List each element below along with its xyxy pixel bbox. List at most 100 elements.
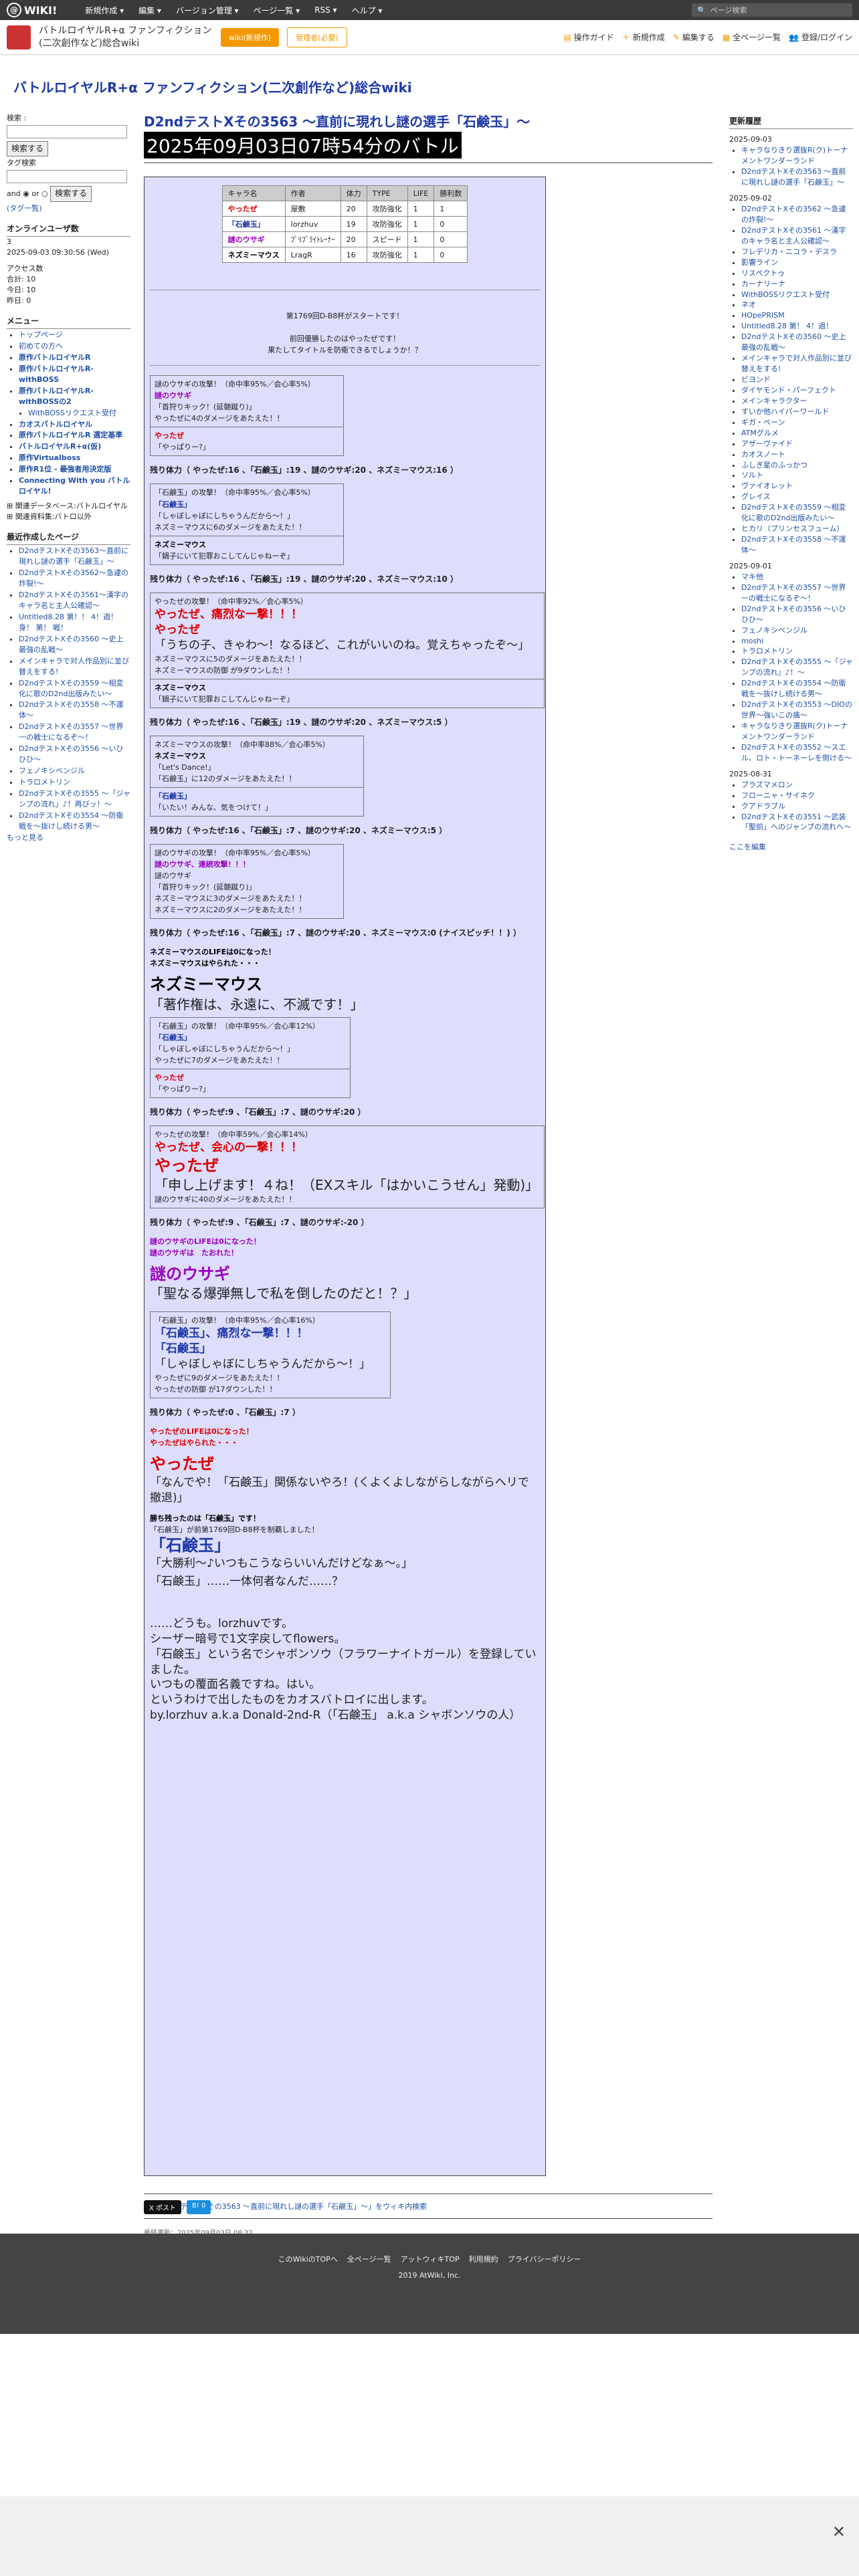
menu-item[interactable]: 初めての方へ <box>19 342 63 350</box>
update-item[interactable]: D2ndテストXその3552 ～スエル、ロト・トーネーレを倒ける～ <box>741 743 852 762</box>
recent-item[interactable]: D2ndテストXその3559 ～相変化に歌のD2nd出版みたい～ <box>19 679 123 698</box>
all-pages-link[interactable]: ▦ 全ページ一覧 <box>723 31 781 43</box>
create-link[interactable]: ＋新規作成 <box>622 31 665 43</box>
menu-item[interactable]: 原作R1位 - 最強者用決定版 <box>19 465 111 473</box>
menu-item[interactable]: 原作バトルロイヤルR <box>19 353 90 362</box>
recent-item[interactable]: Untitled8.28 第！！ 4！週！ 身！ 第！ 戦！ <box>19 613 118 632</box>
menu-item[interactable]: WithBOSSリクエスト受付 <box>28 409 116 417</box>
wiki-search-link[interactable]: 🔍「D2ndテストXその3563 ～直前に現れし謎の選手「石鹸玉」～」をウィキ内… <box>144 2201 712 2212</box>
update-item[interactable]: ATMグルメ <box>741 429 779 437</box>
close-icon[interactable]: ✕ <box>832 2523 846 2541</box>
menu-item[interactable]: 原作バトルロイヤルR-withBOSSの2 <box>19 387 94 406</box>
recent-item[interactable]: D2ndテストXその3555 ～「ジャンプの流れ」♪！再びッ！～ <box>19 789 130 809</box>
nav-help[interactable]: ヘルプ ▾ <box>352 5 383 16</box>
update-item[interactable]: カーナリーナ <box>741 280 785 288</box>
x-post-button[interactable]: X ポスト <box>144 2200 182 2214</box>
sidebar-search-button[interactable]: 検索する <box>7 140 49 157</box>
update-item[interactable]: メインキャラで対人作品別に並び替えをする! <box>741 354 852 373</box>
menu-item[interactable]: カオスバトルロイヤル <box>19 420 92 429</box>
update-item[interactable]: D2ndテストXその3563 ～直前に現れし謎の選手「石鹸玉」～ <box>741 167 846 187</box>
update-item[interactable]: トラロメトリン <box>741 647 793 655</box>
footer-link[interactable]: 利用規約 <box>469 2254 498 2264</box>
update-item[interactable]: ヒカリ（プリンセスフューム） <box>741 524 844 533</box>
update-item[interactable]: リスペクトゥ <box>741 269 785 278</box>
update-item[interactable]: D2ndテストXその3556 ～いひひひ～ <box>741 605 846 624</box>
update-item[interactable]: ギガ・ベーン <box>741 418 785 427</box>
update-item[interactable]: フェノキシベンジル <box>741 626 807 635</box>
wiki-name[interactable]: バトルロイヤルR+α ファンフィクション(二次創作など)総合wiki <box>39 25 213 49</box>
update-item[interactable]: moshi <box>741 637 763 645</box>
menu-item[interactable]: 原作バトルロイヤルR-withBOSS <box>19 364 94 384</box>
update-item[interactable]: すいか他ハイパーワールド <box>741 407 830 416</box>
member-button[interactable]: wiki(新規作) <box>221 27 280 47</box>
site-title[interactable]: バトルロイヤルR+α ファンフィクション(二次創作など)総合wiki <box>13 77 412 96</box>
update-item[interactable]: マキ他 <box>741 572 763 581</box>
page-search-input[interactable]: 🔍 ページ検索 <box>692 3 852 17</box>
update-item[interactable]: キャラなりきり選抜R(ク)トーナメントワンダーランド <box>741 146 848 165</box>
nav-rss[interactable]: RSS ▾ <box>314 5 337 15</box>
recent-item[interactable]: D2ndテストXその3556 ～いひひひ～ <box>19 744 123 764</box>
admin-button[interactable]: 管理者(必要) <box>287 27 347 47</box>
edit-here-link[interactable]: ここを編集 <box>729 843 766 851</box>
recent-item[interactable]: D2ndテストXその3557 ～世界一の戦士になるぞ～！ <box>19 722 123 742</box>
footer-link[interactable]: プライバシーポリシー <box>508 2254 581 2264</box>
nav-edit[interactable]: 編集 ▾ <box>138 5 161 16</box>
guide-link[interactable]: ▤ 操作ガイド <box>563 31 613 43</box>
menu-item[interactable]: トップページ <box>19 330 63 339</box>
tag-list-link[interactable]: (タグ一覧) <box>7 204 42 213</box>
update-item[interactable]: D2ndテストXその3553 ～DIOの世界～強いこの痛～ <box>741 700 852 720</box>
menu-item[interactable]: Connecting With you バトルロイヤル! <box>19 476 130 496</box>
update-item[interactable]: アザーヴァイド <box>741 439 793 448</box>
update-item[interactable]: メインキャラクター <box>741 397 807 405</box>
update-item[interactable]: D2ndテストXその3560 ～史上最強の乱戦～ <box>741 332 846 352</box>
login-link[interactable]: 👥 登録/ログイン <box>789 31 852 43</box>
recent-item[interactable]: メインキャラで対人作品別に並び替えをする! <box>19 657 129 676</box>
update-item[interactable]: ダイヤモンド・パーフェクト <box>741 386 836 395</box>
update-item[interactable]: D2ndテストXその3562 ～急遽の炸裂!～ <box>741 205 846 224</box>
update-item[interactable]: クアドラブル <box>741 802 785 811</box>
update-item[interactable]: D2ndテストXその3558 ～不運体～ <box>741 535 846 554</box>
edit-link[interactable]: ✎ 編集する <box>673 31 714 43</box>
related-docs-toggle[interactable]: ⊞ 関連資料集:バトロ以外 <box>7 512 130 522</box>
recent-item[interactable]: D2ndテストXその3562～急遽の炸裂!～ <box>19 568 128 588</box>
update-item[interactable]: ネオ <box>741 300 756 309</box>
footer-link[interactable]: 全ページ一覧 <box>347 2254 391 2264</box>
more-recent-link[interactable]: もっと見る <box>7 833 43 842</box>
update-item[interactable]: WithBOSSリクエスト受付 <box>741 290 830 299</box>
update-item[interactable]: カオスノート <box>741 450 785 459</box>
atwiki-logo[interactable]: @ WIKI! <box>7 3 57 17</box>
nav-pages[interactable]: ページ一覧 ▾ <box>254 5 300 16</box>
footer-link[interactable]: アットウィキTOP <box>401 2254 460 2264</box>
hatena-bookmark-button[interactable]: B! 0 <box>187 2200 211 2214</box>
update-item[interactable]: Untitled8.28 第！ 4！週！ <box>741 322 833 330</box>
update-item[interactable]: グレイス <box>741 492 771 501</box>
update-item[interactable]: D2ndテストXその3561 ～漢字のキャラ名と主人公確認～ <box>741 226 846 245</box>
update-item[interactable]: D2ndテストXその3555 ～「ジャンプの流れ」♪！～ <box>741 657 853 677</box>
recent-item[interactable]: D2ndテストXその3563～直前に現れし謎の選手「石鹸玉」～ <box>19 546 128 566</box>
update-item[interactable]: HOpePRISM <box>741 311 785 320</box>
update-item[interactable]: ビヨンド <box>741 375 771 384</box>
tag-search-button[interactable]: 検索する <box>50 186 92 202</box>
update-item[interactable]: フローニャ・サイネク <box>741 791 815 800</box>
update-item[interactable]: D2ndテストXその3554 ～防衛戦を～抜けし続ける男～ <box>741 679 846 698</box>
update-item[interactable]: キャラなりきり選抜R(ク)トーナメントワンダーランド <box>741 722 848 741</box>
recent-item[interactable]: フェノキシベンジル <box>19 766 85 775</box>
recent-item[interactable]: D2ndテストXその3560 ～史上最強の乱戦～ <box>19 635 123 654</box>
update-item[interactable]: 影響ライン <box>741 258 778 267</box>
footer-link[interactable]: このWikiのTOPへ <box>278 2254 338 2264</box>
update-item[interactable]: フレデリカ・ニコラ・デスラ <box>741 247 837 256</box>
recent-item[interactable]: D2ndテストXその3554 ～防衛戦を～抜けし続ける男～ <box>19 811 123 831</box>
recent-item[interactable]: D2ndテストXその3561～漢字のキャラ名と主人公確認～ <box>19 591 128 610</box>
update-item[interactable]: ヴァイオレット <box>741 481 793 490</box>
nav-new[interactable]: 新規作成 ▾ <box>85 5 124 16</box>
update-item[interactable]: D2ndテストXその3551 ～武装「聖前」へのジャンプの流れへ～ <box>741 813 851 832</box>
recent-item[interactable]: トラロメトリン <box>19 778 70 786</box>
menu-item[interactable]: 原作バトルロイヤルR 選定基準 <box>19 431 122 439</box>
sidebar-search-input[interactable] <box>7 124 127 138</box>
recent-item[interactable]: D2ndテストXその3558 ～不運体～ <box>19 700 123 720</box>
update-item[interactable]: プラズマメロン <box>741 780 793 789</box>
menu-item[interactable]: バトルロイヤルR+α(仮) <box>19 442 101 451</box>
update-item[interactable]: D2ndテストXその3557 ～世界一の戦士になるぞ～！ <box>741 583 846 603</box>
update-item[interactable]: ソルト <box>741 471 763 479</box>
nav-version[interactable]: バージョン管理 ▾ <box>176 5 239 16</box>
